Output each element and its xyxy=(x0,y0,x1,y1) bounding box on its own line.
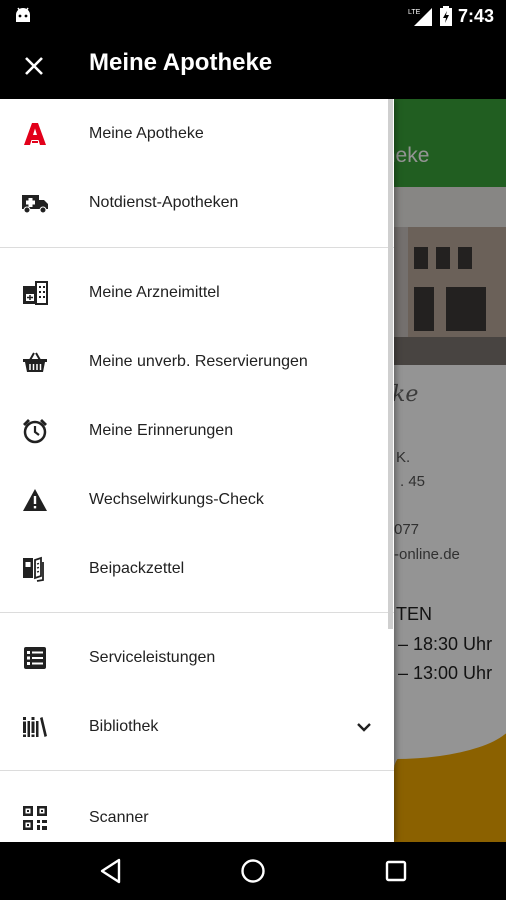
drawer-item-label: Beipackzettel xyxy=(89,559,185,577)
svg-text:LTE: LTE xyxy=(408,9,421,16)
status-bar: LTE 7:43 xyxy=(0,0,506,32)
alarm-clock-icon xyxy=(20,416,50,446)
drawer-item-label: Wechselwirkungs-Check xyxy=(89,490,264,508)
drawer-item-arzneimittel[interactable]: Meine Arzneimittel xyxy=(0,258,394,327)
drawer-item-label: Bibliothek xyxy=(89,717,159,735)
drawer-item-beipackzettel[interactable]: Beipackzettel xyxy=(0,534,394,603)
ambulance-icon xyxy=(20,188,50,218)
drawer-item-label: Meine Arzneimittel xyxy=(89,283,220,301)
drawer-item-bibliothek[interactable]: Bibliothek xyxy=(0,692,394,761)
list-icon xyxy=(20,643,50,673)
page-title: Meine Apotheke xyxy=(89,49,273,76)
drawer-item-wechselwirkungs-check[interactable]: Wechselwirkungs-Check xyxy=(0,465,394,534)
clock: 7:43 xyxy=(457,5,494,26)
medicine-pack-icon xyxy=(20,278,50,308)
drawer-item-label: Meine unverb. Reservierungen xyxy=(89,352,308,370)
apotheke-a-icon xyxy=(20,119,50,149)
android-icon xyxy=(16,7,30,22)
home-button[interactable] xyxy=(238,856,268,886)
drawer-item-label: Meine Apotheke xyxy=(89,124,204,142)
back-button[interactable] xyxy=(96,856,126,886)
drawer-divider xyxy=(0,770,394,771)
drawer-item-scanner[interactable]: Scanner xyxy=(0,783,394,842)
drawer-scrollbar[interactable] xyxy=(388,99,393,629)
drawer-item-meine-apotheke[interactable]: Meine Apotheke xyxy=(0,99,394,168)
close-icon xyxy=(25,57,43,75)
drawer-item-serviceleistungen[interactable]: Serviceleistungen xyxy=(0,623,394,692)
drawer-divider xyxy=(0,247,394,248)
leaflet-icon xyxy=(20,554,50,584)
home-icon xyxy=(241,859,265,883)
drawer-item-label: Scanner xyxy=(89,808,149,826)
library-icon xyxy=(20,712,50,742)
navigation-drawer: Meine Apotheke Notdienst-Apotheken Meine… xyxy=(0,99,394,842)
basket-icon xyxy=(20,347,50,377)
drawer-divider xyxy=(0,612,394,613)
chevron-down-icon[interactable] xyxy=(354,717,374,737)
drawer-item-reservierungen[interactable]: Meine unverb. Reservierungen xyxy=(0,327,394,396)
recents-icon xyxy=(385,860,407,882)
lte-signal-icon: LTE xyxy=(408,8,432,26)
drawer-item-label: Notdienst-Apotheken xyxy=(89,193,239,211)
drawer-item-label: Meine Erinnerungen xyxy=(89,421,234,439)
drawer-item-label: Serviceleistungen xyxy=(89,648,216,666)
back-icon xyxy=(100,858,121,884)
drawer-scrim[interactable] xyxy=(394,99,506,842)
warning-icon xyxy=(20,485,50,515)
toolbar: Meine Apotheke xyxy=(0,32,506,99)
recents-button[interactable] xyxy=(381,856,411,886)
battery-charging-icon xyxy=(439,6,452,26)
drawer-item-erinnerungen[interactable]: Meine Erinnerungen xyxy=(0,396,394,465)
drawer-item-notdienst[interactable]: Notdienst-Apotheken xyxy=(0,168,394,237)
qr-code-icon xyxy=(20,803,50,833)
close-button[interactable] xyxy=(20,52,48,80)
system-nav-bar xyxy=(0,842,506,900)
